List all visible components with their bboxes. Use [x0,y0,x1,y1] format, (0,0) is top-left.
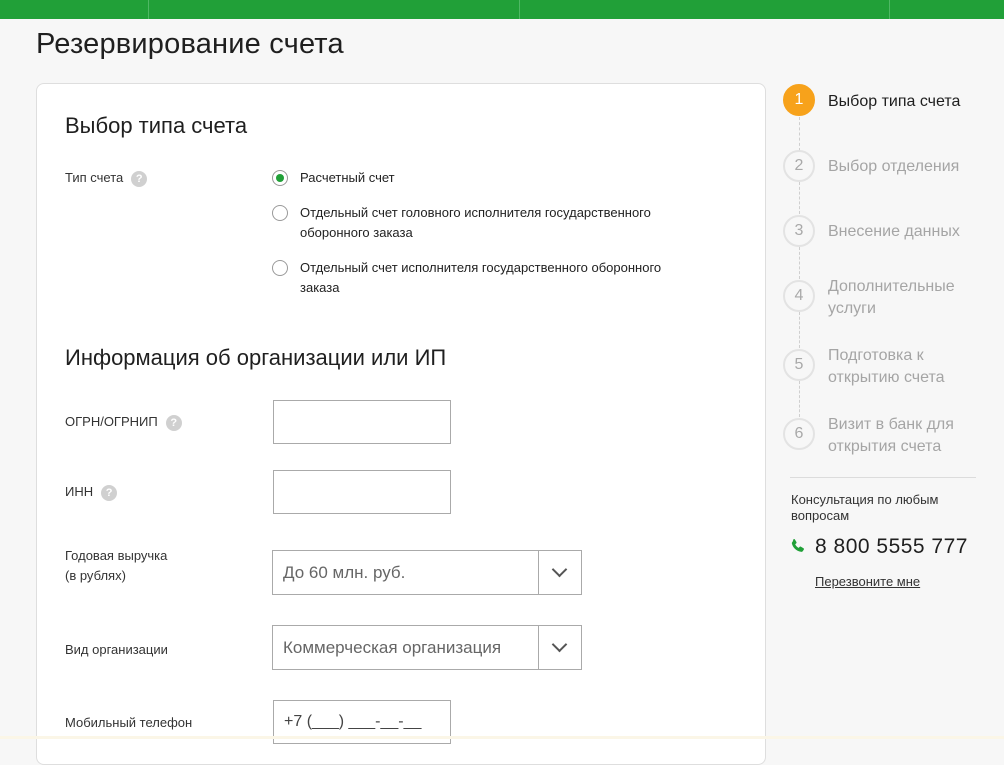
step-number: 2 [783,150,815,182]
ogrn-input[interactable] [273,400,451,444]
question-icon[interactable]: ? [165,414,182,431]
top-navigation-bar [0,0,1004,19]
step-connector [799,312,800,348]
step-connector [799,381,800,417]
ogrn-label: ОГРН/ОГРНИП? [65,412,182,432]
step-label: Выбор отделения [828,158,960,175]
step-connector [799,117,800,151]
radio-button-checked[interactable] [272,170,288,186]
radio-label-line: оборонного заказа [300,225,413,240]
step-label-line: Визит в банк для [828,416,954,433]
radio-label-line: заказа [300,280,340,295]
radio-label-line: Отдельный счет головного исполнителя гос… [300,205,651,220]
step-label-line: Подготовка к [828,347,924,364]
radio-button[interactable] [272,260,288,276]
sidebar-divider [790,477,976,478]
mobile-label: Мобильный телефон [65,715,193,730]
step-label: Дополнительные услуги [828,276,978,320]
step-number: 6 [783,418,815,450]
org-type-dropdown-button[interactable] [538,626,581,669]
org-info-title: Информация об организации или ИП [65,345,447,370]
step-label: Подготовка к открытию счета [828,345,978,389]
step-label: Визит в банк для открытия счета [828,414,978,458]
consultation-text: Консультация по любым вопросам [791,492,981,524]
radio-label: Расчетный счет [300,170,395,185]
step-number: 5 [783,349,815,381]
radio-label: Отдельный счет головного исполнителя гос… [300,203,651,243]
inn-label: ИНН? [65,482,118,502]
org-type-select[interactable]: Коммерческая организация [272,625,582,670]
nav-separator [148,0,149,19]
step-label: Внесение данных [828,223,960,240]
radio-button[interactable] [272,205,288,221]
step-number: 1 [783,84,815,116]
chevron-down-icon [551,561,568,578]
org-type-label: Вид организации [65,642,168,657]
inn-label-text: ИНН [65,484,94,499]
consultation-line: Консультация по любым [791,492,939,507]
page-title: Резервирование счета [36,28,344,60]
revenue-label-line: Годовая выручка [65,548,168,563]
step-connector [799,247,800,279]
step-label-line: услуги [828,300,876,317]
ogrn-label-text: ОГРН/ОГРНИП [65,414,158,429]
org-type-select-value: Коммерческая организация [283,638,502,657]
form-card: Выбор типа счета Тип счета? Расчетный сч… [36,83,766,765]
revenue-label-line: (в рублях) [65,568,126,583]
callback-link[interactable]: Перезвоните мне [815,574,920,589]
step-number: 3 [783,215,815,247]
inn-input[interactable] [273,470,451,514]
nav-separator [889,0,890,19]
account-type-label-text: Тип счета [65,170,124,185]
question-icon[interactable]: ? [131,170,148,187]
revenue-label: Годовая выручка (в рублях) [65,546,167,586]
radio-label: Отдельный счет исполнителя государственн… [300,258,661,298]
step-number: 4 [783,280,815,312]
phone-icon [791,539,804,552]
account-type-title: Выбор типа счета [65,113,248,138]
revenue-dropdown-button[interactable] [538,551,581,594]
step-label: Выбор типа счета [828,93,961,110]
radio-label-line: Отдельный счет исполнителя государственн… [300,260,662,275]
consultation-line: вопросам [791,508,850,523]
step-connector [799,182,800,214]
revenue-select[interactable]: До 60 млн. руб. [272,550,582,595]
step-label-line: открытия счета [828,438,942,455]
support-phone[interactable]: 8 800 5555 777 [815,535,968,559]
question-icon[interactable]: ? [101,484,118,501]
step-label-line: Дополнительные [828,278,955,295]
chevron-down-icon [551,636,568,653]
revenue-select-value: До 60 млн. руб. [283,563,406,582]
account-type-label: Тип счета? [65,168,148,188]
nav-separator [519,0,520,19]
step-label-line: открытию счета [828,369,945,386]
